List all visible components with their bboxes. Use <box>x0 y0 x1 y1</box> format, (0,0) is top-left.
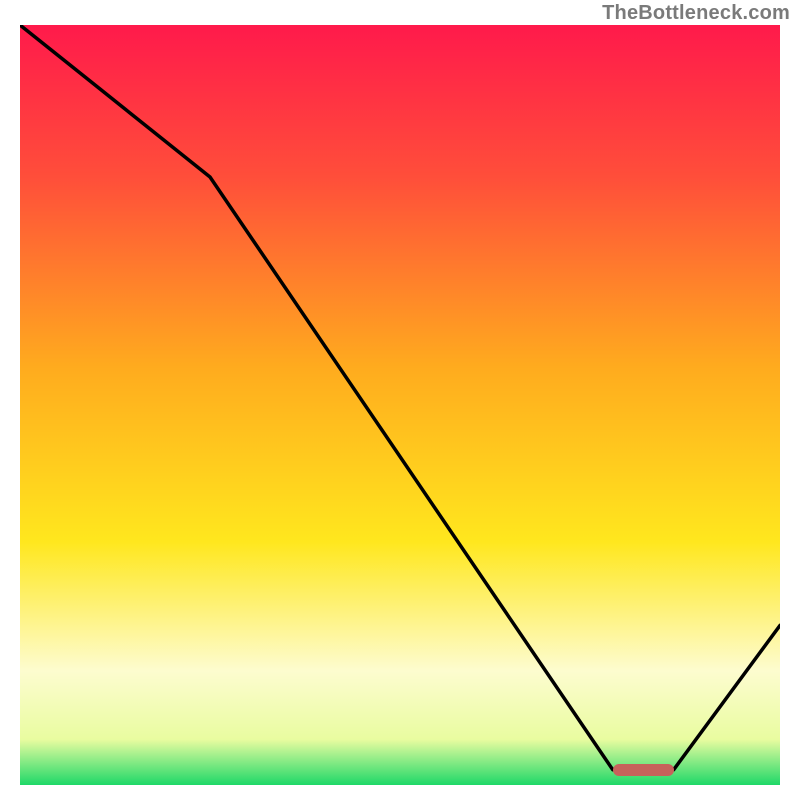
watermark-text: TheBottleneck.com <box>602 2 790 25</box>
chart-svg <box>20 25 780 785</box>
chart-plot-area <box>20 25 780 785</box>
optimal-range-marker <box>613 764 674 776</box>
gradient-background <box>20 25 780 785</box>
